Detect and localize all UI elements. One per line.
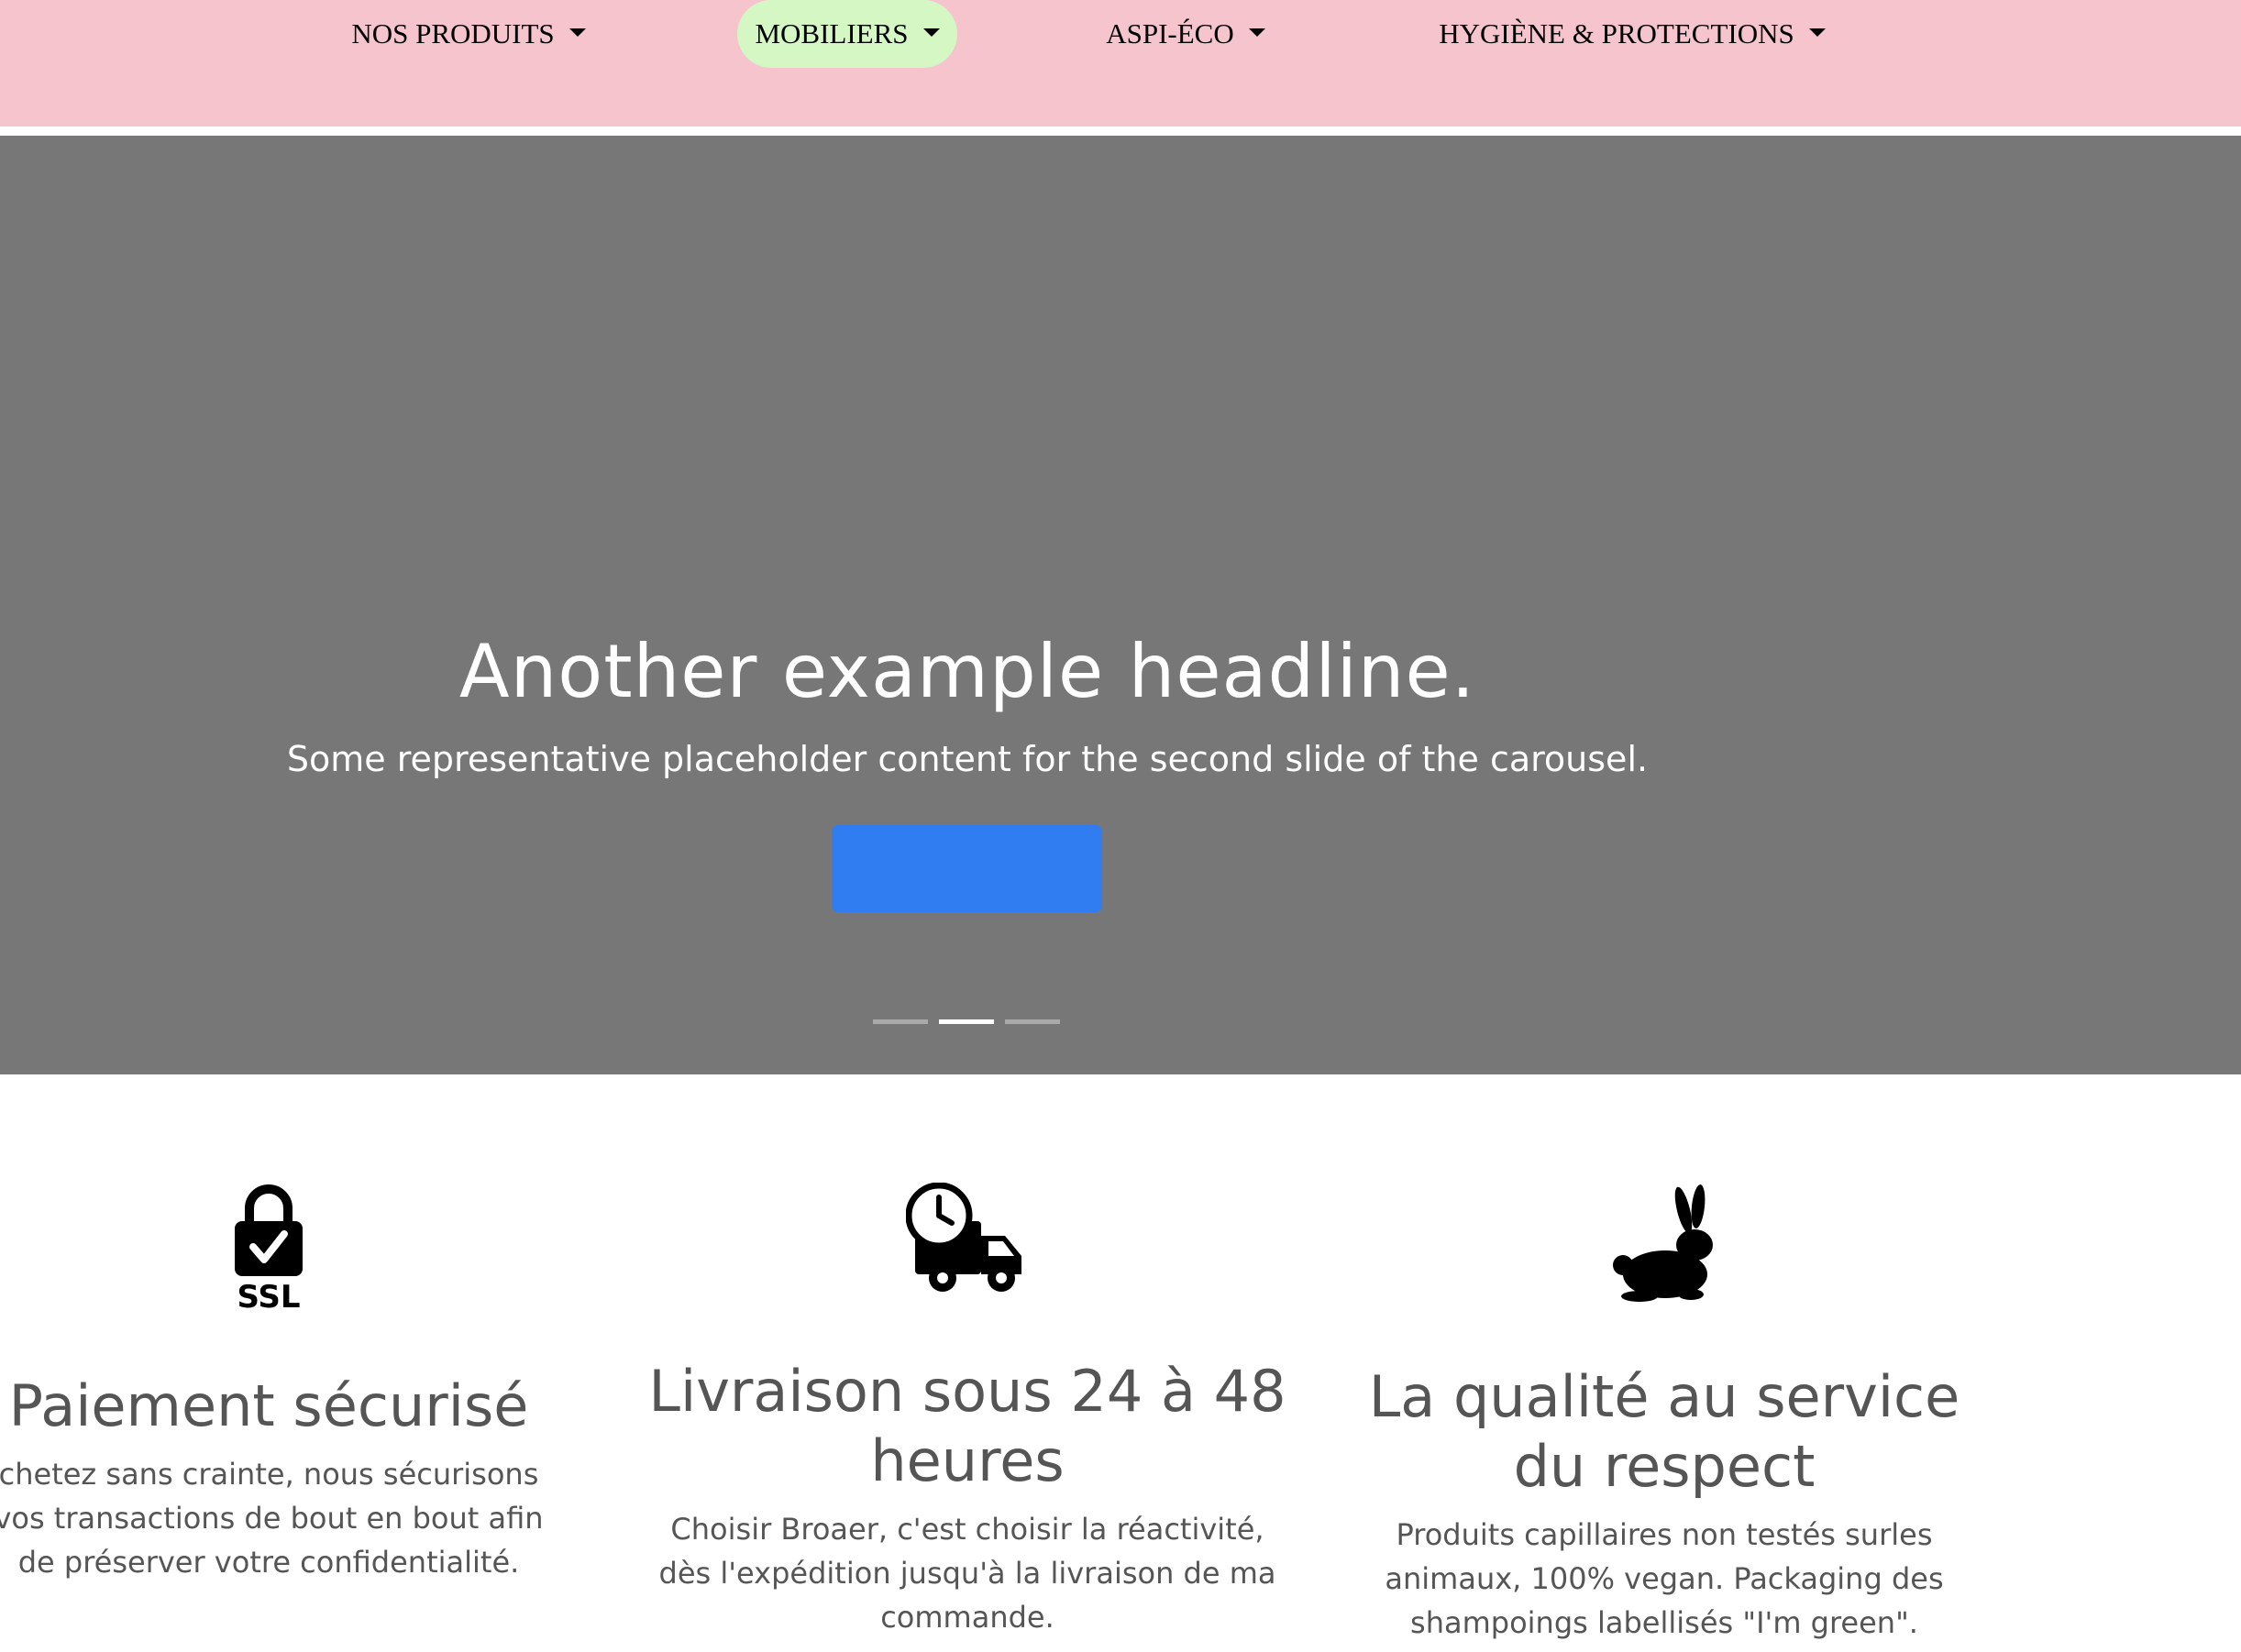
caret-down-icon — [1248, 28, 1265, 37]
ssl-label: SSL — [237, 1279, 300, 1311]
nav-item-label: ASPI-ÉCO — [1106, 17, 1234, 50]
caret-down-icon — [1808, 28, 1826, 37]
carousel-cta-button[interactable] — [832, 825, 1102, 912]
feature-text: chetez sans crainte, nous sécurisons vos… — [0, 1457, 544, 1580]
hero-carousel: Another example headline. Some represent… — [0, 136, 2241, 1074]
rabbit-icon — [1613, 1184, 1713, 1302]
feature-delivery: Livraison sous 24 à 48 heures Choisir Br… — [642, 1183, 1293, 1639]
carousel-headline: Another example headline. — [458, 629, 1476, 714]
feature-title: Livraison sous 24 à 48 heures — [648, 1358, 1286, 1494]
carousel-indicator-2[interactable] — [939, 1019, 994, 1024]
feature-text: Choisir Broaer, c'est choisir la réactiv… — [658, 1512, 1276, 1635]
caret-down-icon — [569, 28, 586, 37]
nav-item-mobiliers[interactable]: MOBILIERS — [737, 0, 957, 68]
feature-text: Produits capillaires non testés surles a… — [1385, 1517, 1944, 1640]
feature-title: La qualité au service du respect — [1368, 1363, 1960, 1500]
nav-item-aspi-eco[interactable]: ASPI-ÉCO — [1089, 0, 1282, 68]
navbar: NOS PRODUITS MOBILIERS ASPI-ÉCO HYGIÈNE … — [0, 0, 2241, 127]
delivery-truck-clock-icon — [906, 1183, 1021, 1292]
navbar-divider — [0, 127, 2241, 136]
nav-item-label: NOS PRODUITS — [351, 17, 555, 50]
carousel-caption: Some representative placeholder content … — [286, 739, 1649, 779]
carousel-indicator-1[interactable] — [873, 1019, 928, 1024]
carousel-indicator-3[interactable] — [1005, 1019, 1060, 1024]
nav-item-hygiene-protections[interactable]: HYGIÈNE & PROTECTIONS — [1412, 0, 1852, 68]
feature-secure-payment: SSL Paiement sécurisé chetez sans craint… — [0, 1183, 556, 1584]
nav-item-label: MOBILIERS — [755, 17, 909, 50]
caret-down-icon — [922, 28, 940, 37]
nav-item-nos-produits[interactable]: NOS PRODUITS — [336, 0, 602, 68]
feature-quality: La qualité au service du respect Produit… — [1357, 1183, 1971, 1645]
ssl-lock-icon: SSL — [235, 1184, 303, 1311]
nav-item-label: HYGIÈNE & PROTECTIONS — [1439, 17, 1794, 50]
feature-title: Paiement sécurisé — [8, 1372, 529, 1439]
